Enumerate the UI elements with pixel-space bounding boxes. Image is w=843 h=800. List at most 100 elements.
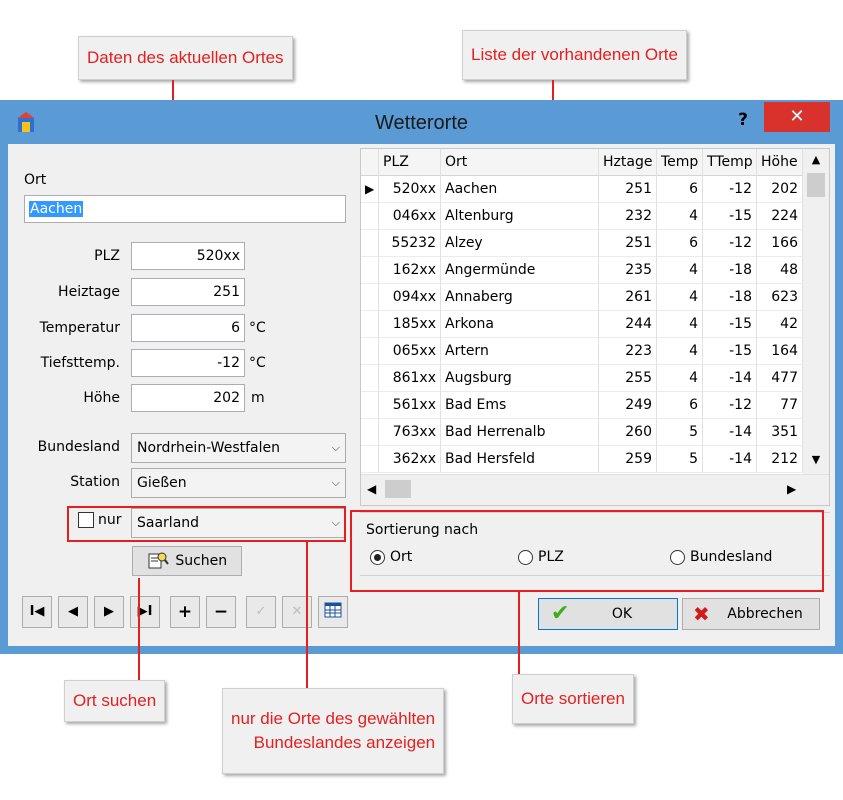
cell-plz: 362xx <box>379 446 441 473</box>
cell-hoehe: 166 <box>757 230 803 257</box>
cell-plz: 561xx <box>379 392 441 419</box>
scroll-left-icon[interactable]: ◀ <box>367 482 376 496</box>
hoehe-unit: m <box>251 390 265 406</box>
cell-ort: Bad Hersfeld <box>441 446 599 473</box>
cell-plz: 763xx <box>379 419 441 446</box>
cell-ort: Bad Ems <box>441 392 599 419</box>
scroll-right-icon[interactable]: ▶ <box>787 482 796 496</box>
callout-state-filter-line2: Bundeslandes anzeigen <box>253 733 436 752</box>
callout-state-filter-line1: nur die Orte des gewählten <box>231 709 436 728</box>
cell-ort: Altenburg <box>441 203 599 230</box>
cell-ttemp: -14 <box>703 446 757 473</box>
horizontal-scrollbar[interactable]: ◀ ▶ <box>361 474 829 505</box>
header-cell-ttemp[interactable]: TTemp <box>703 149 757 176</box>
table-row[interactable]: ▶ 520xx Aachen 251 6 -12 202 <box>361 176 803 203</box>
cell-marker <box>361 338 379 365</box>
nav-add-button[interactable]: + <box>170 596 200 628</box>
close-button[interactable]: ✕ <box>764 102 830 132</box>
cell-hztage: 249 <box>599 392 657 419</box>
cell-temp: 4 <box>657 338 703 365</box>
cell-ttemp: -18 <box>703 284 757 311</box>
cancel-label: Abbrechen <box>727 606 803 622</box>
table-row[interactable]: 55232 Alzey 251 6 -12 166 <box>361 230 803 257</box>
cell-hoehe: 212 <box>757 446 803 473</box>
ok-button[interactable]: ✔ OK <box>538 598 678 630</box>
tiefsttemp-input[interactable]: -12 <box>131 349 245 377</box>
nav-first-button[interactable]: I◀ <box>22 596 52 628</box>
callout-line-search <box>138 578 140 686</box>
callout-state-filter: nur die Orte des gewählten Bundeslandes … <box>222 688 445 774</box>
nav-next-button[interactable]: ▶ <box>94 596 124 628</box>
header-cell-temp[interactable]: Temp <box>657 149 703 176</box>
plz-input[interactable]: 520xx <box>131 242 245 270</box>
hoehe-input[interactable]: 202 <box>131 384 245 412</box>
cell-plz: 185xx <box>379 311 441 338</box>
vertical-scrollbar[interactable]: ▲ ▼ <box>803 149 829 474</box>
nav-calendar-button[interactable] <box>318 596 348 628</box>
temperatur-input[interactable]: 6 <box>131 314 245 342</box>
cell-ort: Augsburg <box>441 365 599 392</box>
table-row[interactable]: 561xx Bad Ems 249 6 -12 77 <box>361 392 803 419</box>
locations-table[interactable]: PLZ Ort Hztage Temp TTemp Höhe ▶ 520xx Aac… <box>360 148 830 506</box>
table-row[interactable]: 763xx Bad Herrenalb 260 5 -14 351 <box>361 419 803 446</box>
header-cell-ort[interactable]: Ort <box>441 149 599 176</box>
heiztage-input[interactable]: 251 <box>131 278 245 306</box>
cell-temp: 4 <box>657 284 703 311</box>
bundesland-select[interactable]: Nordrhein-Westfalen ⌵ <box>131 433 346 463</box>
cell-marker: ▶ <box>361 176 379 203</box>
table-row[interactable]: 162xx Angermünde 235 4 -18 48 <box>361 257 803 284</box>
tiefsttemp-label: Tiefsttemp. <box>40 355 120 371</box>
scroll-thumb[interactable] <box>807 173 825 197</box>
station-label: Station <box>70 474 120 490</box>
chevron-down-icon: ⌵ <box>331 476 340 489</box>
cell-ttemp: -14 <box>703 365 757 392</box>
title-bar: Wetterorte ? ✕ <box>0 100 843 144</box>
scroll-hthumb[interactable] <box>385 480 411 498</box>
cell-ort: Arkona <box>441 311 599 338</box>
scroll-up-icon[interactable]: ▲ <box>803 153 829 166</box>
callout-current-location: Daten des aktuellen Ortes <box>78 36 293 80</box>
table-row[interactable]: 185xx Arkona 244 4 -15 42 <box>361 311 803 338</box>
cell-hztage: 235 <box>599 257 657 284</box>
cell-temp: 4 <box>657 365 703 392</box>
nav-prev-button[interactable]: ◀ <box>58 596 88 628</box>
callout-location-list: Liste der vorhandenen Orte <box>462 30 687 80</box>
header-cell-hoehe[interactable]: Höhe <box>757 149 803 176</box>
cell-marker <box>361 230 379 257</box>
table-row[interactable]: 861xx Augsburg 255 4 -14 477 <box>361 365 803 392</box>
station-select[interactable]: Gießen ⌵ <box>131 468 346 498</box>
cancel-button[interactable]: ✖ Abbrechen <box>682 598 820 630</box>
plz-label: PLZ <box>94 248 120 264</box>
search-icon <box>148 552 169 569</box>
search-button[interactable]: Suchen <box>132 546 242 576</box>
hoehe-label: Höhe <box>83 390 120 406</box>
table-row[interactable]: 046xx Altenburg 232 4 -15 224 <box>361 203 803 230</box>
cell-plz: 094xx <box>379 284 441 311</box>
cell-ttemp: -15 <box>703 203 757 230</box>
temperatur-label: Temperatur <box>39 320 120 336</box>
table-row[interactable]: 065xx Artern 223 4 -15 164 <box>361 338 803 365</box>
header-cell-plz[interactable]: PLZ <box>379 149 441 176</box>
cell-ort: Aachen <box>441 176 599 203</box>
table-row[interactable]: 362xx Bad Hersfeld 259 5 -14 212 <box>361 446 803 473</box>
cell-hoehe: 623 <box>757 284 803 311</box>
ort-value: Aachen <box>29 201 84 217</box>
scroll-down-icon[interactable]: ▼ <box>803 453 829 466</box>
tiefsttemp-unit: °C <box>249 355 266 371</box>
ort-input[interactable]: Aachen <box>24 195 346 223</box>
check-icon: ✔ <box>551 601 570 626</box>
ort-label: Ort <box>24 172 47 188</box>
cancel-x-icon: ✖ <box>693 602 710 626</box>
cell-ort: Angermünde <box>441 257 599 284</box>
header-cell-hztage[interactable]: Hztage <box>599 149 657 176</box>
cell-temp: 5 <box>657 446 703 473</box>
cell-plz: 861xx <box>379 365 441 392</box>
nav-confirm-button[interactable]: ✓ <box>246 596 276 628</box>
help-button[interactable]: ? <box>728 106 758 134</box>
table-row[interactable]: 094xx Annaberg 261 4 -18 623 <box>361 284 803 311</box>
nav-remove-button[interactable]: − <box>206 596 236 628</box>
nav-last-button[interactable]: ▶I <box>130 596 160 628</box>
cell-temp: 4 <box>657 311 703 338</box>
callout-sort-locations: Orte sortieren <box>512 674 634 724</box>
calendar-icon <box>324 602 342 618</box>
